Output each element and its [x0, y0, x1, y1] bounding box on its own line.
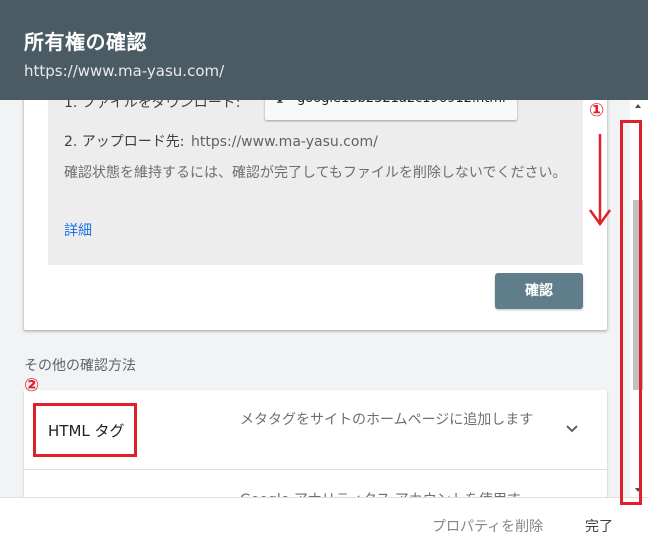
done-button[interactable]: 完了	[585, 516, 613, 536]
dialog-title: 所有権の確認	[24, 30, 147, 54]
details-link[interactable]: 詳細	[64, 220, 92, 240]
annotation-scrollbar-highlight	[620, 120, 642, 505]
chevron-down-icon[interactable]	[562, 418, 582, 438]
dialog-header: 所有権の確認 https://www.ma-yasu.com/	[0, 0, 648, 100]
dialog-subtitle: https://www.ma-yasu.com/	[24, 62, 225, 80]
step-upload-label: 2. アップロード先:	[64, 134, 185, 150]
annotation-html-tag-highlight	[33, 403, 137, 457]
step-upload: 2. アップロード先: https://www.ma-yasu.com/	[64, 131, 378, 151]
upload-url: https://www.ma-yasu.com/	[190, 134, 378, 150]
verify-button[interactable]: 確認	[495, 273, 583, 309]
annotation-marker-1: ①	[589, 100, 605, 121]
dialog-footer: プロパティを削除 完了	[0, 497, 648, 553]
keep-file-notice: 確認状態を維持するには、確認が完了してもファイルを削除しないでください。	[64, 165, 567, 181]
scroll-up-arrow-icon[interactable]	[635, 104, 641, 108]
annotation-down-arrow-icon	[588, 134, 612, 227]
annotation-marker-2: ②	[24, 375, 40, 396]
other-methods-heading: その他の確認方法	[24, 358, 136, 374]
remove-property-button[interactable]: プロパティを削除	[432, 516, 543, 536]
method-description: メタタグをサイトのホームページに追加します	[240, 412, 534, 428]
